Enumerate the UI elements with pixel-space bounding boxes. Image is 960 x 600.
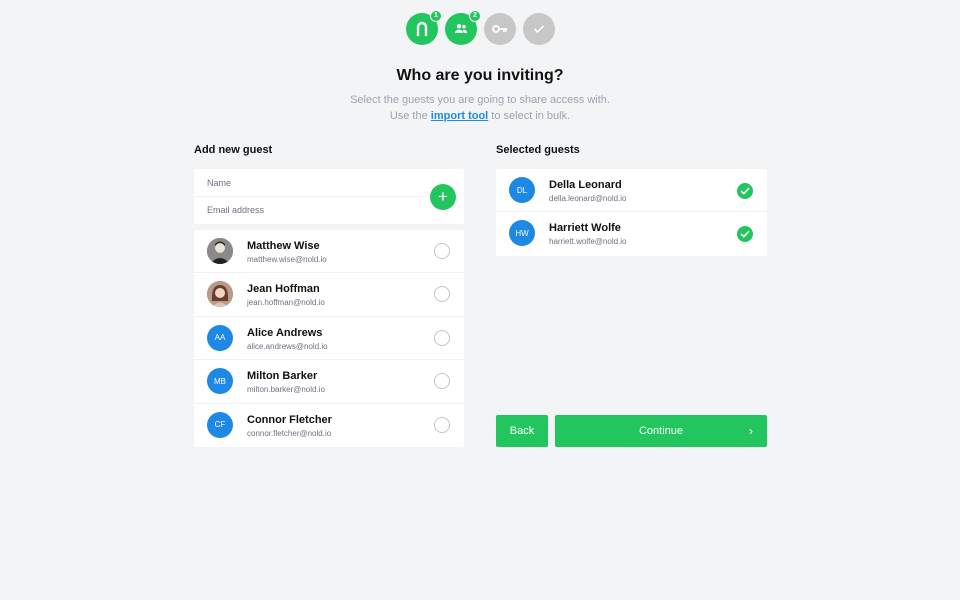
guest-name: Alice Andrews <box>247 326 323 339</box>
page-title: Who are you inviting? <box>396 67 564 84</box>
guest-row[interactable]: Matthew Wise matthew.wise@nold.io <box>194 230 464 274</box>
person-photo-icon <box>207 281 233 308</box>
subtitle-line-2: Use the import tool to select in bulk. <box>0 108 960 124</box>
guest-name: Connor Fletcher <box>247 413 332 426</box>
step-badge: 2 <box>469 10 481 22</box>
name-input[interactable] <box>207 178 407 188</box>
avatar: DL <box>509 177 535 203</box>
import-tool-link[interactable]: import tool <box>431 110 488 122</box>
guest-name: Harriett Wolfe <box>549 222 621 235</box>
add-guest-button[interactable]: + <box>430 184 456 210</box>
guest-row[interactable]: Jean Hoffman jean.hoffman@nold.io <box>194 273 464 317</box>
avatar: CF <box>207 411 233 438</box>
checkmark-icon <box>740 231 750 239</box>
continue-button[interactable]: Continue › <box>555 415 767 447</box>
guest-name: Matthew Wise <box>247 240 320 252</box>
selected-guests-heading: Selected guests <box>496 144 580 156</box>
page: 1 2 Who are you inviting? Select the gue… <box>0 0 960 600</box>
guest-row[interactable]: CF Connor Fletcher connor.fletcher@nold.… <box>194 404 464 447</box>
select-radio[interactable] <box>434 416 450 433</box>
step-3[interactable] <box>484 13 516 45</box>
avatar: MB <box>207 368 233 395</box>
plus-icon: + <box>438 187 448 206</box>
back-button[interactable]: Back <box>496 415 548 447</box>
page-subtitle: Select the guests you are going to share… <box>0 92 960 124</box>
step-1[interactable]: 1 <box>406 10 442 45</box>
subtitle-line-1: Select the guests you are going to share… <box>350 94 610 106</box>
stepper: 1 2 <box>406 10 555 45</box>
guest-row[interactable]: AA Alice Andrews alice.andrews@nold.io <box>194 317 464 361</box>
guest-name: Della Leonard <box>549 179 622 191</box>
checkmark-icon <box>740 187 750 195</box>
select-radio[interactable] <box>434 373 450 390</box>
step-2[interactable]: 2 <box>445 10 481 45</box>
selected-check[interactable] <box>737 226 753 243</box>
select-radio[interactable] <box>434 329 450 346</box>
step-badge: 1 <box>430 10 442 22</box>
avatar: HW <box>509 220 535 247</box>
n-logo-icon <box>416 21 428 37</box>
divider <box>194 196 426 197</box>
continue-label: Continue <box>638 425 684 437</box>
guest-email: matthew.wise@nold.io <box>247 255 327 264</box>
guest-row[interactable]: MB Milton Barker milton.barker@nold.io <box>194 360 464 404</box>
guest-email: alice.andrews@nold.io <box>247 341 328 351</box>
avatar <box>207 281 233 308</box>
chevron-right-icon: › <box>749 424 753 438</box>
step-4[interactable] <box>523 13 555 45</box>
guest-email: milton.barker@nold.io <box>247 385 325 395</box>
selected-row[interactable]: HW Harriett Wolfe harriett.wolfe@nold.io <box>496 212 767 255</box>
guest-email: connor.fletcher@nold.io <box>247 428 332 438</box>
select-radio[interactable] <box>434 243 450 259</box>
subtitle-suffix: to select in bulk. <box>491 110 571 122</box>
subtitle-prefix: Use the <box>389 110 428 122</box>
guest-email: harriett.wolfe@nold.io <box>549 237 627 247</box>
guest-name: Milton Barker <box>247 370 318 383</box>
avatar: AA <box>207 324 233 351</box>
select-radio[interactable] <box>434 286 450 303</box>
email-input[interactable] <box>207 205 407 215</box>
selected-row[interactable]: DL Della Leonard della.leonard@nold.io <box>496 169 767 213</box>
person-photo-icon <box>207 238 233 264</box>
add-guest-form: + <box>194 169 464 224</box>
checkmark-icon <box>533 25 545 34</box>
guest-list: Matthew Wise matthew.wise@nold.io Jean H… <box>194 230 464 447</box>
add-guest-heading: Add new guest <box>194 144 273 156</box>
avatar <box>207 238 233 264</box>
selected-guest-list: DL Della Leonard della.leonard@nold.io H… <box>496 169 767 256</box>
guest-name: Jean Hoffman <box>247 283 320 296</box>
key-icon <box>492 25 507 33</box>
back-label: Back <box>509 425 535 437</box>
guest-email: della.leonard@nold.io <box>549 194 627 203</box>
selected-check[interactable] <box>737 183 753 199</box>
guest-email: jean.hoffman@nold.io <box>247 298 325 308</box>
users-icon <box>455 24 468 33</box>
